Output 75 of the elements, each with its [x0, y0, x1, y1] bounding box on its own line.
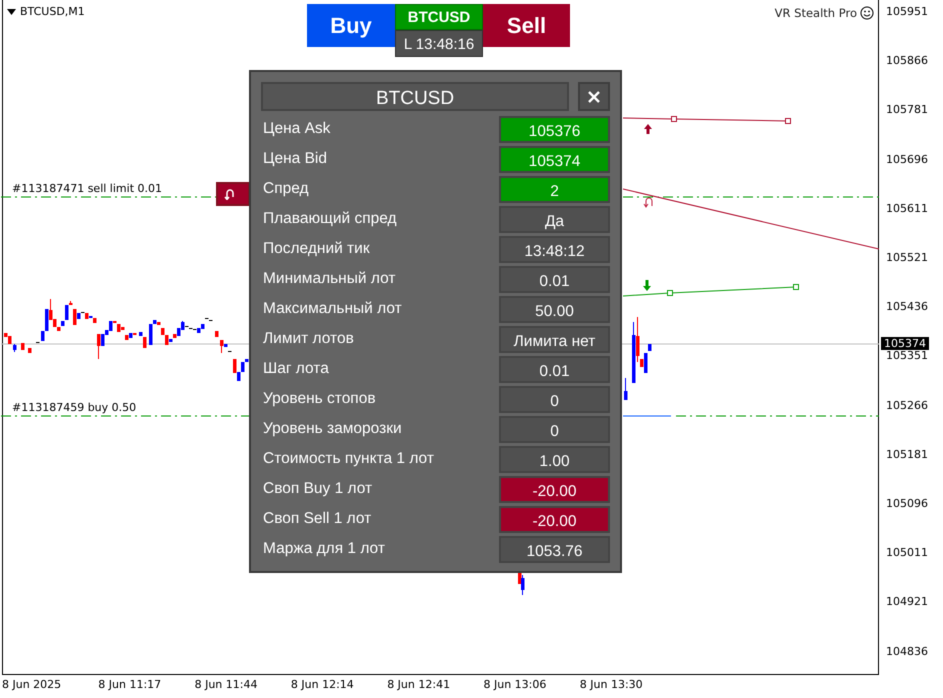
info-value: 13:48:12: [499, 236, 610, 262]
price-label: 104921: [886, 595, 928, 608]
candle: [13, 344, 16, 352]
caret-icon[interactable]: [7, 8, 16, 14]
time-label: 8 Jun 12:14: [290, 678, 354, 691]
panel-title: BTCUSD: [261, 82, 569, 111]
time-label: 8 Jun 12:41: [387, 678, 450, 691]
price-label: 105866: [886, 54, 928, 68]
price-label: 105611: [886, 202, 928, 215]
time-label: 8 Jun 13:30: [580, 678, 643, 691]
info-value: Лимита нет: [499, 326, 610, 352]
info-value: 105376: [499, 116, 610, 142]
info-value: 0.01: [499, 266, 610, 292]
price-label: 105436: [886, 300, 928, 314]
down-arrow-icon: [643, 280, 651, 291]
price-label: 105951: [886, 5, 928, 18]
tick-time: L 13:48:16: [395, 30, 483, 57]
price-label: 105011: [886, 546, 928, 560]
info-value: Да: [499, 206, 610, 232]
time-label: 8 Jun 11:44: [194, 678, 258, 691]
order-label: #113187459 buy 0.50: [12, 401, 136, 414]
info-label: Уровень стопов: [263, 390, 376, 408]
time-label: 8 Jun 11:17: [98, 678, 162, 691]
undo-icon: [224, 188, 236, 200]
time-label: 8 Jun 2025: [2, 678, 62, 691]
buy-button[interactable]: Buy: [307, 4, 395, 47]
sell-button[interactable]: Sell: [483, 4, 570, 47]
info-value: 0: [499, 386, 610, 412]
close-icon: [588, 90, 600, 102]
indicator-name: VR Stealth Pro: [774, 6, 857, 20]
price-label: 105096: [886, 497, 928, 510]
info-label: Минимальный лот: [263, 270, 396, 288]
info-label: Максимальный лот: [263, 300, 402, 318]
info-label: Уровень заморозки: [263, 420, 402, 438]
price-label: 104836: [886, 644, 928, 658]
info-value: -20.00: [499, 506, 610, 532]
price-label: 105781: [886, 103, 928, 116]
price-label: 105521: [886, 251, 928, 264]
info-label: Плавающий спред: [263, 210, 397, 228]
info-value: 0.01: [499, 356, 610, 382]
info-value: 50.00: [499, 296, 610, 322]
current-price: 105374: [881, 337, 929, 350]
symbol-label: BTCUSD: [395, 4, 483, 30]
close-button[interactable]: [578, 82, 610, 111]
price-label: 105181: [886, 448, 928, 461]
order-label: #113187471 sell limit 0.01: [12, 182, 162, 195]
reverse-button[interactable]: [216, 182, 250, 206]
undo-icon: [644, 198, 652, 208]
smiley-icon: [860, 6, 874, 20]
info-label: Шаг лота: [263, 360, 329, 378]
price-label: 105266: [886, 398, 928, 412]
info-label: Цена Bid: [263, 150, 327, 168]
info-label: Цена Ask: [263, 120, 330, 138]
info-value: 1.00: [499, 446, 610, 472]
candle: [215, 330, 218, 338]
info-value: 2: [499, 176, 610, 202]
info-value: -20.00: [499, 476, 610, 502]
price-label: 105351: [886, 349, 928, 362]
info-value: 105374: [499, 146, 610, 172]
info-label: Спред: [263, 180, 309, 198]
info-label: Своп Sell 1 лот: [263, 510, 372, 528]
info-label: Маржа для 1 лот: [263, 540, 385, 558]
info-label: Последний тик: [263, 240, 370, 258]
up-arrow-icon: [644, 124, 652, 134]
info-value: 0: [499, 416, 610, 442]
price-label: 105696: [886, 152, 928, 166]
info-label: Стоимость пункта 1 лот: [263, 450, 434, 468]
info-label: Лимит лотов: [263, 330, 354, 348]
candle: [28, 348, 32, 354]
info-value: 1053.76: [499, 536, 610, 562]
time-label: 8 Jun 13:06: [484, 678, 546, 691]
info-label: Своп Buy 1 лот: [263, 480, 372, 498]
chart-symbol: BTCUSD,M1: [20, 5, 85, 18]
candle: [21, 342, 24, 350]
candle: [624, 378, 628, 400]
